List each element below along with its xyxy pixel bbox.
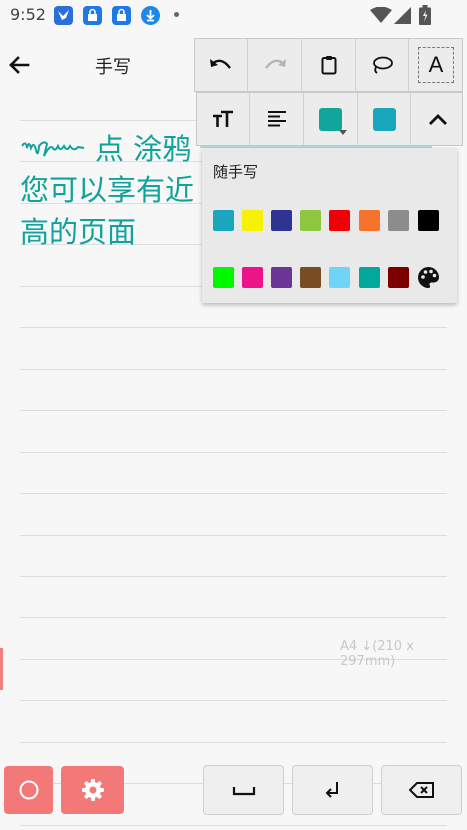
page-size-label: A4 ↓(210 x 297mm) [340,639,414,669]
color-swatch-green[interactable] [213,267,234,288]
color-swatch-purple[interactable] [271,267,292,288]
handwriting-line-3: 高的页面 [20,215,137,249]
handwriting-line-1: 点 涂鸦 [95,132,192,166]
text-size-icon [213,110,233,127]
color-swatch-brown[interactable] [300,267,321,288]
color-popup-title: 随手写 [213,163,259,181]
color-swatch-teal-blue[interactable] [213,210,234,231]
pen-color-swatch [319,107,342,131]
undo-button[interactable] [195,39,248,91]
clipboard-icon [321,56,336,75]
color-swatch-yellow[interactable] [242,210,263,231]
handwriting-scribble [21,141,85,157]
lasso-button[interactable] [356,39,409,91]
text-mode-icon: A [418,47,454,83]
space-button[interactable] [203,765,284,815]
dropdown-triangle-icon [339,130,347,135]
enter-button[interactable] [292,765,373,815]
margin-marker [0,648,3,690]
color-swatch-light-blue[interactable] [329,267,350,288]
toolbar-row-2 [196,92,463,146]
text-size-button[interactable] [197,93,250,145]
page-title: 手写 [95,57,131,78]
color-swatch-pink[interactable] [242,267,263,288]
color-swatch-lime[interactable] [300,210,321,231]
redo-button[interactable] [248,39,302,91]
collapse-toolbar-button[interactable] [411,93,464,145]
color-swatch-red[interactable] [329,210,350,231]
color-swatch-teal[interactable] [359,267,380,288]
lasso-icon [373,56,393,74]
toolbar-row-1: A [194,38,463,92]
backspace-icon [408,782,434,798]
gear-icon [81,779,104,801]
chevron-up-icon [428,114,447,125]
backspace-button[interactable] [381,765,462,815]
color-swatch-maroon[interactable] [388,267,409,288]
color-swatch-black[interactable] [418,210,439,231]
color-swatch-navy[interactable] [271,210,292,231]
align-icon [267,111,286,127]
settings-button[interactable] [61,766,124,814]
enter-icon [325,782,338,798]
highlight-color-swatch [372,107,396,131]
color-popup: 随手写 [202,148,457,303]
circle-icon [19,780,38,800]
color-swatch-gray[interactable] [388,210,409,231]
back-arrow-icon[interactable] [6,52,32,78]
redo-icon [264,59,286,69]
undo-icon [210,59,231,69]
color-swatch-orange[interactable] [359,210,380,231]
clipboard-button[interactable] [302,39,356,91]
text-mode-button[interactable]: A [409,39,463,91]
handwriting-line-2: 您可以享有近 [20,173,195,207]
highlight-color-button[interactable] [358,93,411,145]
space-icon [232,787,255,796]
align-button[interactable] [250,93,304,145]
pen-color-button[interactable] [304,93,358,145]
palette-icon[interactable] [417,266,440,289]
circle-button[interactable] [4,766,53,814]
